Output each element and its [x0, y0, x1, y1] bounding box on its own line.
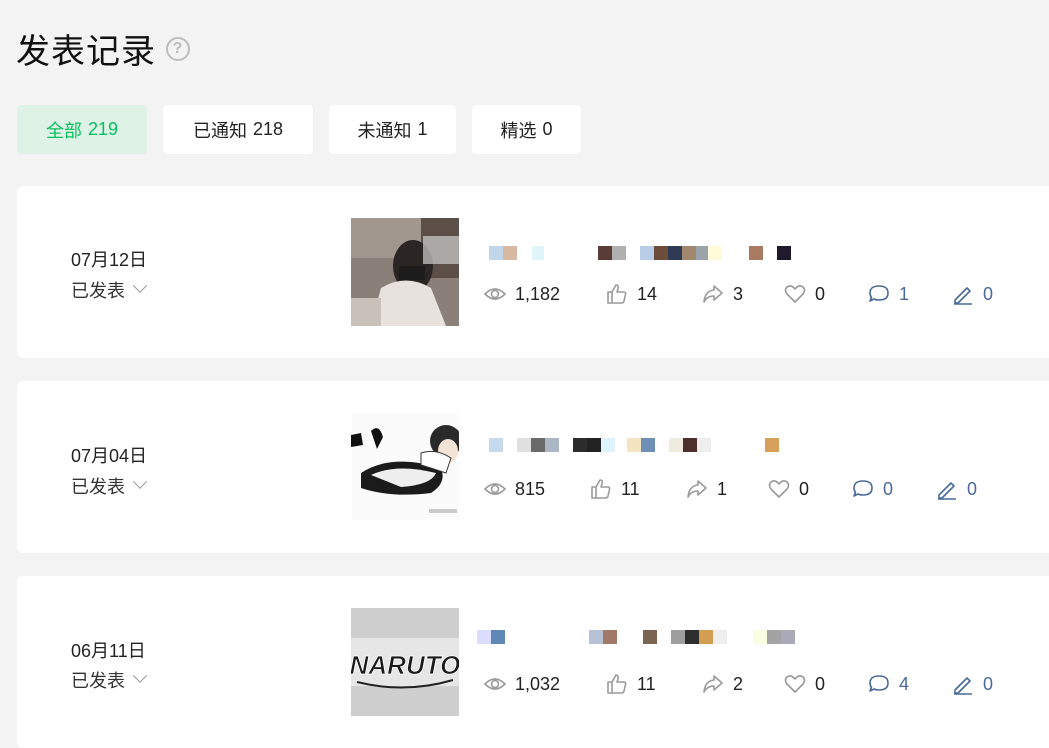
- notes-count: 0: [983, 673, 994, 694]
- post-status-dropdown[interactable]: 已发表: [71, 473, 148, 499]
- post-thumbnail[interactable]: [351, 413, 459, 521]
- favorites-count: 0: [815, 673, 826, 694]
- share-arrow-icon: [703, 285, 723, 303]
- post-card[interactable]: 07月12日 已发表 1,182 14 3 0 1 0: [17, 186, 1049, 358]
- tab-not-notified-label: 未通知: [357, 120, 412, 141]
- tab-notified-label: 已通知: [192, 120, 247, 141]
- thumbs-up-icon: [591, 479, 611, 499]
- views-count: 1,182: [515, 283, 561, 304]
- post-status-label: 已发表: [71, 281, 125, 301]
- favorites-stat: 0: [783, 282, 825, 306]
- views-stat: 1,032: [483, 672, 560, 696]
- shares-stat: 1: [685, 477, 727, 501]
- comment-icon: [853, 480, 873, 497]
- comments-count: 1: [899, 283, 910, 304]
- favorites-count: 0: [815, 283, 826, 304]
- likes-stat: 11: [589, 477, 640, 501]
- eye-icon: [483, 678, 507, 690]
- post-date: 07月12日: [71, 250, 148, 270]
- comments-stat[interactable]: 1: [867, 282, 909, 306]
- views-count: 815: [515, 478, 546, 499]
- tab-not-notified-count: 1: [417, 119, 428, 139]
- post-card[interactable]: 07月04日 已发表 815 11 1 0 0 0: [17, 381, 1049, 553]
- post-status-dropdown[interactable]: 已发表: [71, 277, 148, 303]
- comments-stat[interactable]: 0: [851, 477, 893, 501]
- thumbnail-logo-text: NARUTO: [351, 650, 459, 680]
- favorites-count: 0: [799, 478, 810, 499]
- tab-featured[interactable]: 精选 0: [472, 105, 581, 154]
- heart-icon: [784, 675, 806, 693]
- heart-icon: [768, 480, 790, 498]
- comment-icon: [869, 675, 889, 692]
- pencil-icon: [954, 287, 972, 305]
- post-card[interactable]: 06月11日 已发表 NARUTO 1,032 11 2 0 4 0: [17, 576, 1049, 748]
- thumbs-up-icon: [607, 284, 627, 304]
- post-thumbnail[interactable]: [351, 218, 459, 326]
- pencil-icon: [954, 677, 972, 695]
- comments-stat[interactable]: 4: [867, 672, 909, 696]
- eye-icon: [483, 483, 507, 495]
- likes-count: 11: [637, 673, 656, 694]
- notes-count: 0: [983, 283, 994, 304]
- notes-stat[interactable]: 0: [951, 282, 993, 306]
- notes-stat[interactable]: 0: [951, 672, 993, 696]
- tab-notified[interactable]: 已通知 218: [163, 105, 313, 154]
- tab-notified-count: 218: [252, 119, 284, 139]
- likes-stat: 11: [605, 672, 656, 696]
- comments-count: 4: [899, 673, 910, 694]
- favorites-stat: 0: [767, 477, 809, 501]
- views-stat: 815: [483, 477, 545, 501]
- tab-featured-count: 0: [542, 119, 553, 139]
- views-count: 1,032: [515, 673, 561, 694]
- share-arrow-icon: [687, 480, 707, 498]
- shares-count: 1: [717, 478, 728, 499]
- post-status-label: 已发表: [71, 477, 125, 497]
- pencil-icon: [938, 482, 956, 500]
- likes-count: 11: [621, 478, 640, 499]
- thumbs-up-icon: [607, 674, 627, 694]
- tab-all[interactable]: 全部 219: [17, 105, 147, 154]
- shares-count: 3: [733, 283, 744, 304]
- share-arrow-icon: [703, 675, 723, 693]
- shares-count: 2: [733, 673, 744, 694]
- tab-not-notified[interactable]: 未通知 1: [329, 105, 456, 154]
- heart-icon: [784, 285, 806, 303]
- chevron-down-icon: [132, 668, 148, 683]
- favorites-stat: 0: [783, 672, 825, 696]
- comments-count: 0: [883, 478, 894, 499]
- comment-icon: [869, 285, 889, 302]
- help-icon[interactable]: ?: [166, 36, 190, 61]
- post-thumbnail[interactable]: NARUTO: [351, 608, 459, 716]
- eye-icon: [483, 288, 507, 300]
- post-date: 06月11日: [71, 641, 146, 661]
- page-title-text: 发表记录: [16, 33, 156, 71]
- likes-stat: 14: [605, 282, 657, 306]
- chevron-down-icon: [132, 278, 148, 293]
- likes-count: 14: [637, 283, 658, 304]
- chevron-down-icon: [132, 474, 148, 489]
- shares-stat: 3: [701, 282, 743, 306]
- filter-tabs: 全部 219 已通知 218 未通知 1 精选 0: [17, 105, 581, 154]
- tab-all-label: 全部: [45, 120, 82, 141]
- notes-count: 0: [967, 478, 978, 499]
- shares-stat: 2: [701, 672, 743, 696]
- views-stat: 1,182: [483, 282, 560, 306]
- post-status-dropdown[interactable]: 已发表: [71, 667, 148, 693]
- tab-featured-label: 精选: [500, 120, 537, 141]
- tab-all-count: 219: [87, 119, 119, 139]
- notes-stat[interactable]: 0: [935, 477, 977, 501]
- post-date: 07月04日: [71, 446, 148, 466]
- post-status-label: 已发表: [71, 671, 125, 691]
- page-title: 发表记录 ?: [16, 24, 190, 73]
